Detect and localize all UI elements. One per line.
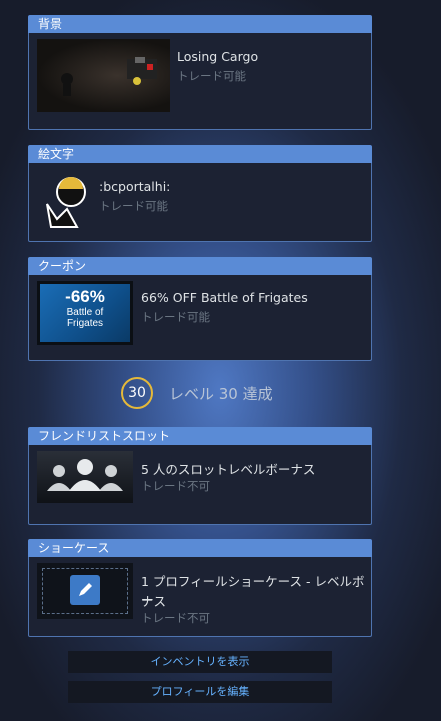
coupon-game-line2: Frigates [66,318,104,329]
background-reward-section: 背景 Losing Cargo トレード可能 [28,15,372,130]
item-title-line2: ナス [141,594,167,609]
background-thumbnail[interactable] [37,39,170,112]
item-title: :bcportalhi: [99,179,171,194]
coupon-game-line1: Battle of [66,307,104,318]
item-tradable: トレード不可 [141,611,210,625]
item-title-line1: 1 プロフィールショーケース - レベルボー [141,574,365,608]
edit-pencil-icon [70,575,100,605]
item-tradable: トレード可能 [141,310,210,324]
section-header: クーポン [28,257,372,275]
item-tradable: トレード不可 [141,479,210,493]
emoticon-icon[interactable] [37,169,92,229]
edit-profile-button[interactable]: プロフィールを編集 [68,681,332,703]
item-title: Losing Cargo [177,49,259,64]
losing-cargo-image [61,57,157,96]
level-badge: 30 [121,377,153,409]
item-title: 5 人のスロットレベルボーナス [141,462,316,477]
section-header: 背景 [28,15,372,33]
level-text: レベル 30 達成 [169,384,273,403]
coupon-thumbnail[interactable]: -66% Battle of Frigates [37,281,133,345]
section-header: フレンドリストスロット [28,427,372,445]
emoticon-reward-section: 絵文字 :bcportalhi: トレード可能 [28,145,372,242]
item-title: 66% OFF Battle of Frigates [141,290,308,305]
item-tradable: トレード可能 [177,69,246,83]
coupon-reward-section: クーポン -66% Battle of Frigates 66% OFF Bat… [28,257,372,361]
coupon-discount: -66% [65,287,105,306]
level-achievement: 30 レベル 30 達成 [121,376,273,410]
section-header: ショーケース [28,539,372,557]
friend-slots-icon [37,451,133,503]
showcase-icon [37,563,133,619]
friend-slot-reward-section: フレンドリストスロット 5 人のスロットレベルボーナス トレード不可 [28,427,372,525]
view-inventory-button[interactable]: インベントリを表示 [68,651,332,673]
section-header: 絵文字 [28,145,372,163]
item-tradable: トレード可能 [99,199,168,213]
showcase-reward-section: ショーケース 1 プロフィールショーケース - レベルボー ナス トレード不可 [28,539,372,637]
